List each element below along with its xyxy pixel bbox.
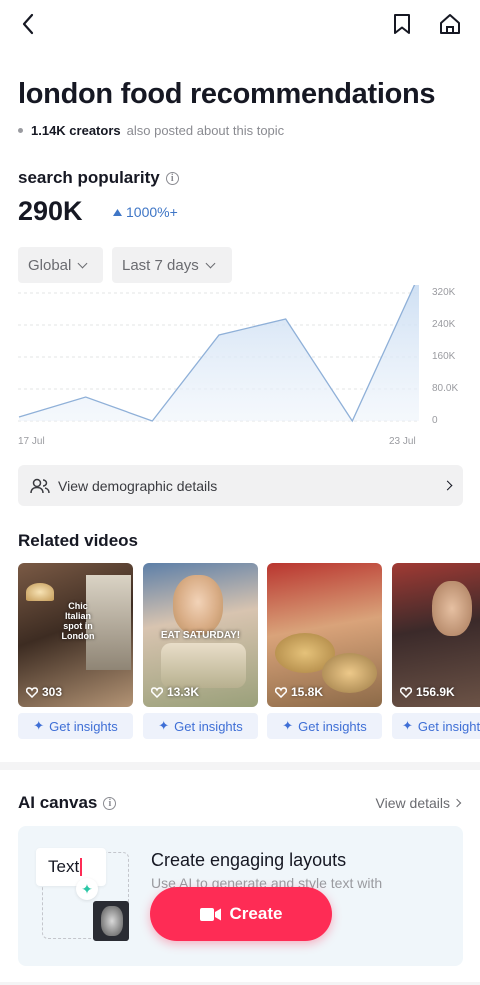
view-details-label: View details <box>375 795 450 811</box>
related-videos-title: Related videos <box>18 531 138 550</box>
get-insights-button[interactable]: ✦ Get insights <box>143 713 258 739</box>
chart-area-fill <box>19 285 419 421</box>
period-dropdown[interactable]: Last 7 days <box>112 247 232 283</box>
x-tick-label: 17 Jul <box>18 436 45 447</box>
ai-canvas-title: AI canvas <box>18 793 98 812</box>
person-shape <box>432 581 472 636</box>
y-tick-label: 240K <box>432 319 456 330</box>
text-caret <box>80 858 83 876</box>
x-tick-label: 23 Jul <box>389 436 416 447</box>
view-demographic-button[interactable]: View demographic details <box>18 465 463 506</box>
video-thumbnail[interactable]: 15.8K <box>267 563 382 707</box>
food-shape <box>161 643 246 688</box>
region-value: Global <box>28 256 72 274</box>
chevron-down-icon <box>77 258 88 268</box>
sparkle-icon: ✦ <box>158 718 170 733</box>
growth-indicator: 1000%+ <box>113 204 178 220</box>
like-count-value: 15.8K <box>291 685 324 699</box>
like-count: 303 <box>26 685 62 699</box>
sparkle-icon: ✦ <box>282 718 294 733</box>
get-insights-button[interactable]: ✦ Get insights <box>18 713 133 739</box>
heart-icon <box>400 686 412 698</box>
like-count: 13.3K <box>151 685 199 699</box>
person-shape <box>173 575 223 635</box>
insight-label: Get insights <box>298 718 367 734</box>
search-popularity-label: search popularity <box>18 168 160 187</box>
y-tick-label: 0 <box>432 415 438 426</box>
get-insights-button[interactable]: ✦ Get insights <box>392 713 480 739</box>
heart-icon <box>151 686 163 698</box>
ai-canvas-header: AI canvas i <box>18 793 117 813</box>
video-thumbnail[interactable]: Chic Italian spot in London 303 <box>18 563 133 707</box>
region-dropdown[interactable]: Global <box>18 247 103 283</box>
people-icon <box>30 478 50 493</box>
chevron-right-icon <box>452 798 462 808</box>
like-count-value: 303 <box>42 685 63 699</box>
insight-label: Get insights <box>174 718 243 734</box>
bookmark-icon <box>394 14 410 34</box>
heart-icon <box>275 686 287 698</box>
sparkle-icon: ✦ <box>76 878 98 900</box>
period-value: Last 7 days <box>122 256 199 274</box>
section-divider <box>0 762 480 770</box>
popularity-value: 290K <box>18 196 83 226</box>
mini-video-thumbnail <box>93 901 129 941</box>
heart-icon <box>26 686 38 698</box>
creators-count: 1.14K creators <box>31 123 121 138</box>
sample-text: Text <box>48 857 80 876</box>
like-count: 156.9K <box>400 685 455 699</box>
sparkle-icon: ✦ <box>402 718 413 733</box>
creators-suffix: also posted about this topic <box>126 123 285 138</box>
demographic-label: View demographic details <box>58 477 218 494</box>
page-title: london food recommendations <box>18 78 436 110</box>
create-button[interactable]: Create <box>150 887 332 941</box>
back-button[interactable] <box>10 6 46 42</box>
search-popularity-header: search popularity i <box>18 168 179 188</box>
back-arrow-icon <box>22 13 34 35</box>
sample-text-box: Text <box>36 848 106 886</box>
video-overlay-text: Chic Italian spot in London <box>61 601 95 641</box>
info-icon[interactable]: i <box>103 796 117 810</box>
insight-label: Get insights <box>417 718 480 734</box>
like-count-value: 156.9K <box>416 685 455 699</box>
chevron-right-icon <box>442 480 453 491</box>
y-tick-label: 80.0K <box>432 383 459 394</box>
popularity-chart <box>18 285 420 423</box>
person-shape <box>101 906 123 936</box>
like-count: 15.8K <box>275 685 323 699</box>
sparkle-icon: ✦ <box>33 718 45 733</box>
like-count-value: 13.3K <box>167 685 200 699</box>
video-camera-icon <box>199 907 221 921</box>
home-button[interactable] <box>432 6 468 42</box>
view-details-link[interactable]: View details <box>375 795 462 811</box>
video-overlay-text: EAT SATURDAY! <box>160 630 241 641</box>
ai-card-heading: Create engaging layouts <box>151 850 347 870</box>
up-triangle-icon <box>113 208 122 216</box>
video-thumbnail[interactable]: 156.9K <box>392 563 480 707</box>
info-icon[interactable]: i <box>165 171 179 185</box>
get-insights-button[interactable]: ✦ Get insights <box>267 713 382 739</box>
video-thumbnail[interactable]: EAT SATURDAY! 13.3K <box>143 563 258 707</box>
y-tick-label: 160K <box>432 351 456 362</box>
bowl-shape <box>322 653 377 693</box>
bullet-dot <box>18 128 23 133</box>
growth-value: 1000%+ <box>126 204 178 220</box>
home-icon <box>440 14 460 34</box>
create-label: Create <box>229 904 283 923</box>
y-tick-label: 320K <box>432 287 456 298</box>
insight-label: Get insights <box>49 718 118 734</box>
lamp-shape <box>26 583 54 601</box>
chevron-down-icon <box>205 258 216 268</box>
bookmark-button[interactable] <box>384 6 420 42</box>
creators-info: 1.14K creators also posted about this to… <box>18 123 284 138</box>
